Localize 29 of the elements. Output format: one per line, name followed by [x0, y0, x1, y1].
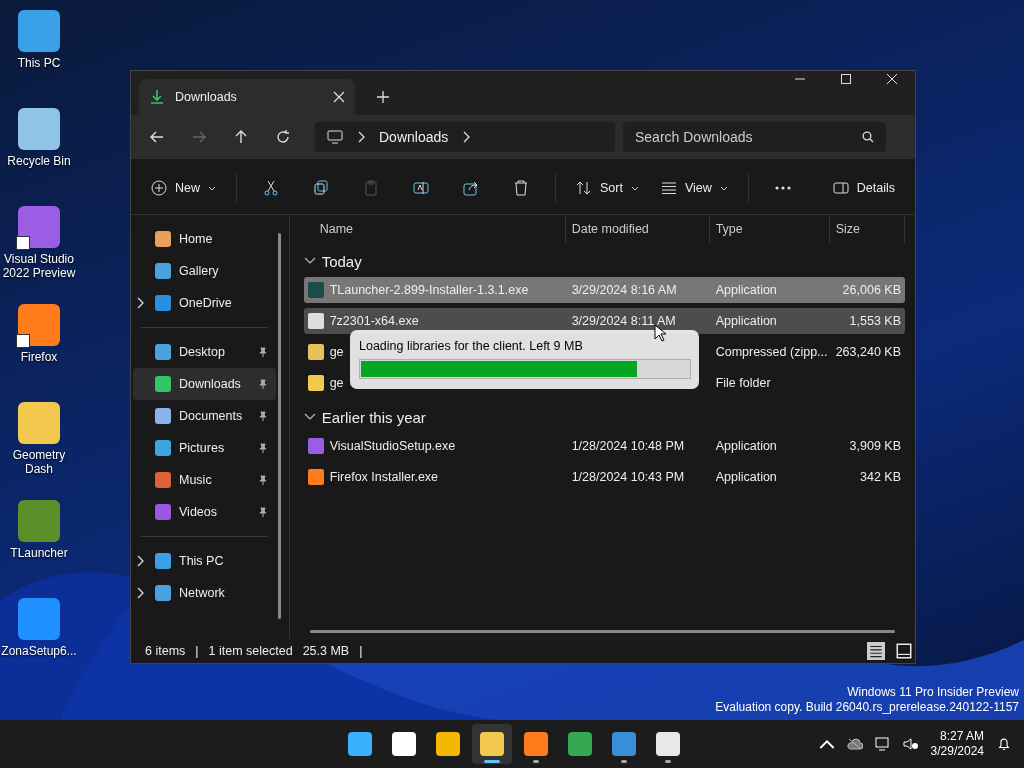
file-name: ge: [329, 376, 344, 390]
selection-info: 1 item selected: [208, 644, 293, 658]
item-count: 6 items: [145, 644, 186, 658]
file-name: TLauncher-2.899-Installer-1.3.1.exe: [329, 283, 529, 297]
file-type: Application: [715, 283, 777, 297]
date-modified: 3/29/2024 8:11 AM: [571, 314, 676, 328]
file-size: 26,006 KB: [842, 283, 901, 297]
file-type: Application: [715, 470, 777, 484]
file-size: 263,240 KB: [835, 345, 901, 359]
file-name: 7z2301-x64.exe: [329, 314, 419, 328]
file-size: 3,909 KB: [849, 439, 901, 453]
file-type: File folder: [715, 376, 771, 390]
status-separator: |: [195, 644, 199, 658]
loading-message: Loading libraries for the client. Left 9 MB: [359, 339, 584, 353]
file-size: 1,553 KB: [849, 314, 901, 328]
edition-text: Windows 11 Pro Insider Preview: [847, 685, 1019, 700]
file-type: Application: [715, 439, 777, 453]
file-size: 342 KB: [860, 470, 901, 484]
file-type: Application: [715, 314, 777, 328]
selection-size: 25.3 MB: [302, 644, 350, 658]
build-text: Evaluation copy. Build 26040.rs_prerelease.240122-1157: [715, 700, 1019, 715]
file-name: Firefox Installer.exe: [329, 470, 439, 484]
file-name: ge: [329, 345, 344, 359]
file-name: VisualStudioSetup.exe: [329, 439, 456, 453]
file-type: Compressed (zipp...: [715, 345, 828, 359]
date-modified: 1/28/2024 10:43 PM: [571, 470, 685, 484]
date-modified: 3/29/2024 8:16 AM: [571, 283, 677, 297]
status-separator: |: [359, 644, 363, 658]
date-modified: 1/28/2024 10:48 PM: [571, 439, 685, 453]
